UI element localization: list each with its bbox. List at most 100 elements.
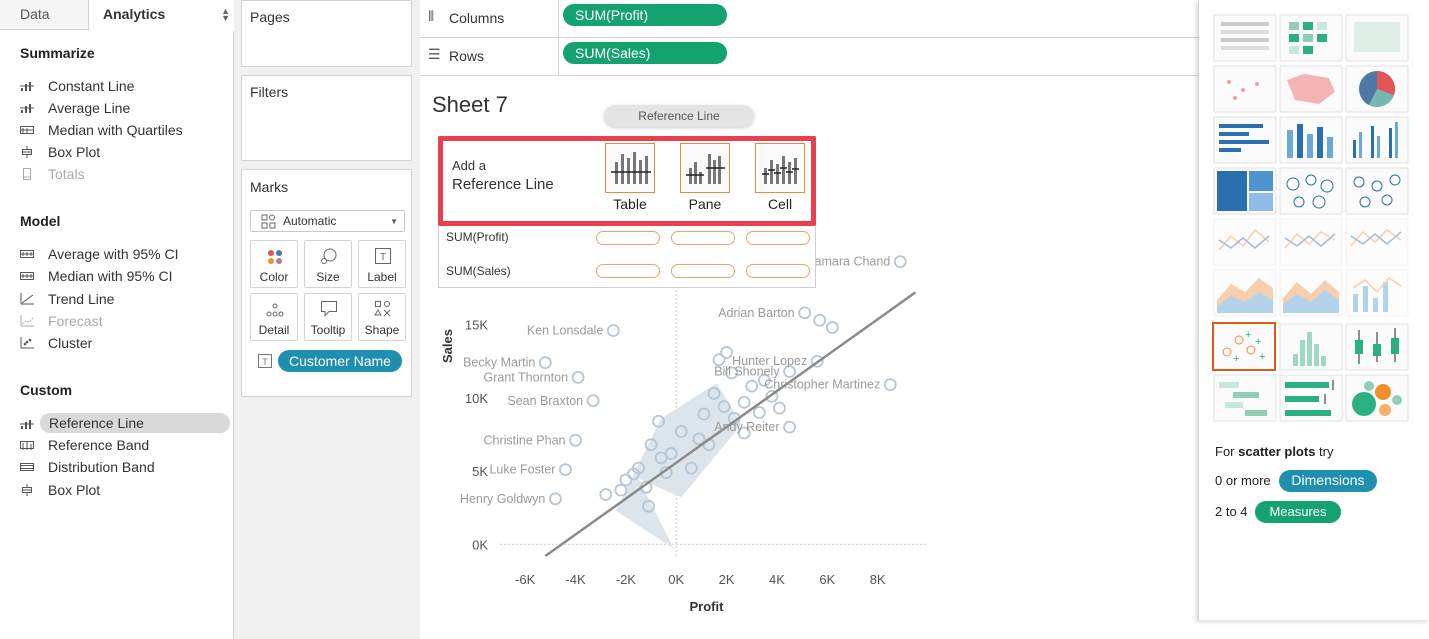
add-a-label: Add a — [452, 158, 486, 173]
show-me-panel: + + + + For scatter plots try 0 or more Dim… — [1198, 0, 1429, 620]
drop-slot-profit-table[interactable] — [596, 231, 660, 245]
customer-name-pill[interactable]: Customer Name — [278, 350, 402, 372]
label-label: Label — [367, 270, 397, 284]
shape-button[interactable]: Shape — [358, 293, 406, 341]
item-reference-line[interactable]: Reference Line — [20, 413, 230, 433]
size-icon — [321, 248, 337, 264]
label-icon: T — [375, 248, 391, 264]
highlight-table-thumb[interactable] — [1345, 14, 1409, 62]
item-median-ci[interactable]: Median with 95% CI — [20, 266, 173, 286]
scatter-point[interactable] — [720, 346, 733, 359]
symbol-map-thumb[interactable] — [1213, 65, 1277, 113]
item-box-plot[interactable]: Box Plot — [20, 142, 100, 162]
item-median-quartiles[interactable]: Median with Quartiles — [20, 120, 183, 140]
scope-pane-target[interactable] — [680, 143, 730, 193]
side-by-side-circles-thumb[interactable] — [1345, 167, 1409, 215]
drop-slot-sales-table[interactable] — [596, 264, 660, 278]
scope-table-target[interactable] — [605, 143, 655, 193]
scatter-point[interactable] — [773, 401, 786, 415]
scatter-point[interactable] — [825, 321, 839, 334]
box-plot-icon — [22, 146, 32, 159]
side-by-side-bars-thumb[interactable] — [1345, 116, 1409, 164]
scatter-point[interactable] — [548, 492, 562, 506]
filters-card[interactable]: Filters — [241, 75, 412, 161]
item-trend-line[interactable]: Trend Line — [20, 289, 114, 309]
item-label: Reference Line — [49, 415, 144, 431]
gantt-thumb[interactable] — [1213, 374, 1277, 422]
constant-line-icon — [20, 82, 34, 92]
mark-type-icon — [261, 214, 276, 229]
label-button[interactable]: T Label — [358, 240, 406, 288]
bullet-graph-thumb[interactable] — [1279, 374, 1343, 422]
scatter-plot-thumb[interactable]: + + + + — [1212, 322, 1276, 371]
scatter-point[interactable] — [745, 379, 759, 393]
tab-scroll-icon[interactable]: ▲ ▼ — [221, 7, 230, 23]
scatter-point[interactable] — [614, 483, 628, 497]
treemap-thumb[interactable] — [1213, 167, 1277, 215]
packed-bubbles-thumb[interactable] — [1345, 374, 1409, 422]
scatter-point[interactable] — [883, 378, 897, 392]
scatter-point[interactable] — [737, 395, 751, 409]
pie-chart-thumb[interactable] — [1345, 65, 1409, 113]
scatter-point[interactable] — [619, 473, 633, 487]
scatter-point[interactable] — [559, 463, 572, 476]
sum-sales-pill[interactable]: SUM(Sales) — [563, 42, 727, 64]
item-label: Trend Line — [48, 291, 115, 307]
sum-profit-pill[interactable]: SUM(Profit) — [563, 4, 727, 26]
heat-map-thumb[interactable] — [1279, 14, 1343, 62]
item-average-line[interactable]: Average Line — [20, 98, 130, 118]
median-ci-icon — [20, 272, 34, 281]
tab-analytics[interactable]: Analytics ▲ ▼ — [88, 0, 234, 31]
item-distribution-band[interactable]: Distribution Band — [20, 457, 155, 477]
scatter-point[interactable] — [599, 488, 613, 501]
scatter-point[interactable] — [586, 394, 600, 408]
item-constant-line[interactable]: Constant Line — [20, 76, 134, 96]
item-reference-band[interactable]: Reference Band — [20, 435, 149, 455]
scatter-point[interactable] — [606, 324, 620, 337]
dual-combination-thumb[interactable] — [1345, 269, 1409, 317]
item-label: Constant Line — [48, 78, 135, 94]
point-label: Becky Martin — [463, 356, 535, 370]
scatter-point[interactable] — [798, 306, 812, 320]
scope-cell-label: Cell — [767, 196, 793, 212]
text-table-thumb[interactable] — [1213, 14, 1277, 62]
point-label: Sean Braxton — [507, 394, 583, 408]
circle-views-thumb[interactable] — [1279, 167, 1343, 215]
stacked-bars-thumb[interactable] — [1279, 116, 1343, 164]
scatter-point[interactable] — [752, 406, 766, 419]
dual-line-thumb[interactable] — [1345, 218, 1409, 266]
rows-shelf[interactable]: ☰ Rows SUM(Sales) — [420, 38, 1200, 76]
item-box-plot-custom[interactable]: Box Plot — [20, 480, 100, 500]
item-cluster[interactable]: Cluster — [20, 333, 92, 353]
detail-button[interactable]: Detail — [250, 293, 298, 341]
scatter-point[interactable] — [538, 356, 552, 370]
scatter-point[interactable] — [569, 433, 582, 447]
scatter-point[interactable] — [893, 255, 907, 269]
area-continuous-thumb[interactable] — [1213, 269, 1277, 317]
area-discrete-thumb[interactable] — [1279, 269, 1343, 317]
drop-slot-profit-pane[interactable] — [671, 231, 735, 245]
x-tick-label: -4K — [565, 572, 586, 587]
mark-type-dropdown[interactable]: Automatic ▼ — [250, 210, 405, 232]
tab-data[interactable]: Data — [0, 0, 88, 30]
scatter-point[interactable] — [571, 370, 585, 384]
pages-card[interactable]: Pages — [241, 0, 412, 67]
drop-slot-sales-pane[interactable] — [671, 264, 735, 278]
scope-cell-target[interactable] — [755, 143, 805, 193]
line-continuous-thumb[interactable] — [1213, 218, 1277, 266]
line-discrete-thumb[interactable] — [1279, 218, 1343, 266]
filled-map-thumb[interactable] — [1279, 65, 1343, 113]
tooltip-button[interactable]: Tooltip — [304, 293, 352, 341]
columns-shelf[interactable]: ⦀ Columns SUM(Profit) — [420, 0, 1200, 38]
dimensions-pill: Dimensions — [1279, 470, 1377, 492]
scatter-point[interactable] — [783, 420, 796, 434]
color-button[interactable]: Color — [250, 240, 298, 288]
size-button[interactable]: Size — [304, 240, 352, 288]
item-average-ci[interactable]: Average with 95% CI — [20, 244, 178, 264]
drop-slot-profit-cell[interactable] — [746, 231, 810, 245]
drop-slot-sales-cell[interactable] — [746, 264, 810, 278]
histogram-thumb[interactable] — [1279, 323, 1343, 371]
scatter-point[interactable] — [813, 313, 827, 327]
horizontal-bars-thumb[interactable] — [1213, 116, 1277, 164]
box-whisker-thumb[interactable] — [1345, 323, 1409, 371]
